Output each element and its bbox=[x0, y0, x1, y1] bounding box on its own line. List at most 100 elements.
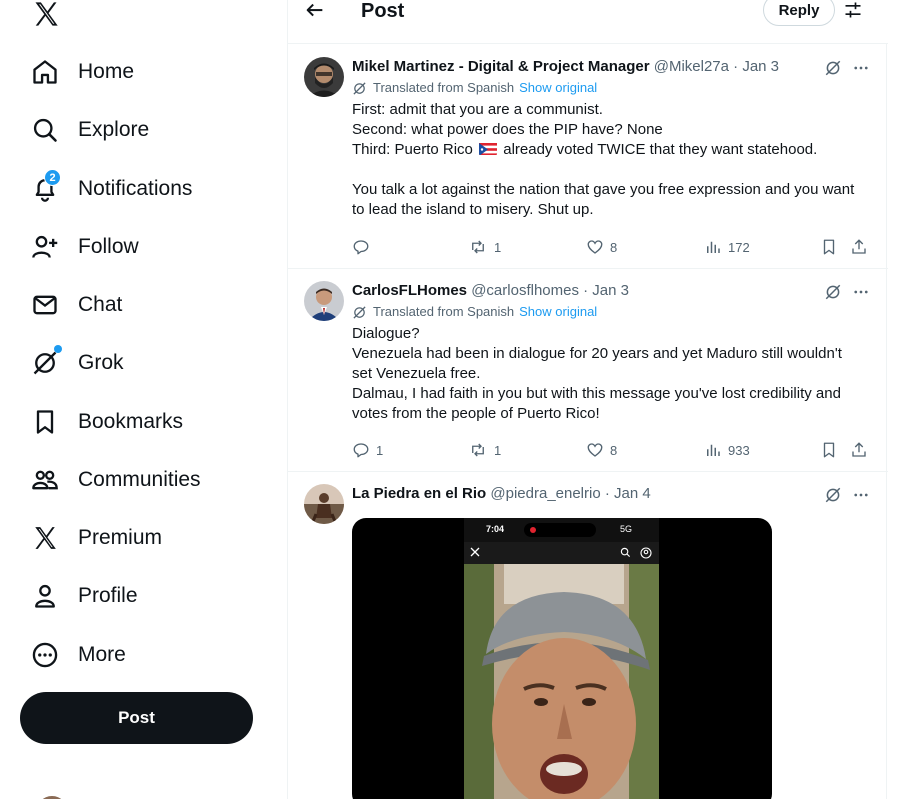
translate-icon bbox=[353, 305, 366, 319]
bookmark-icon[interactable] bbox=[820, 238, 838, 256]
repost-icon bbox=[472, 443, 484, 457]
tweet-line: votes from the people of Puerto Rico! bbox=[352, 405, 600, 422]
show-original-link[interactable]: Show original bbox=[519, 80, 597, 96]
timestamp[interactable]: · Jan 3 bbox=[733, 58, 779, 75]
like-action[interactable]: 8 bbox=[586, 441, 617, 459]
avatar[interactable] bbox=[304, 484, 344, 524]
bell-icon: 2 bbox=[30, 169, 61, 204]
grok-icon[interactable] bbox=[824, 283, 842, 301]
translation-note: Translated from Spanish Show original bbox=[352, 80, 874, 96]
video-frame: 7:04 5G bbox=[464, 518, 659, 799]
repost-action[interactable]: 1 bbox=[468, 238, 501, 256]
sidebar-item-label: Notifications bbox=[78, 177, 193, 200]
phone-app-bar bbox=[464, 542, 659, 564]
reply-action[interactable]: 1 bbox=[352, 441, 383, 459]
more-circle-icon bbox=[30, 640, 60, 670]
translate-icon bbox=[353, 81, 366, 95]
like-count: 8 bbox=[610, 239, 618, 255]
sidebar-item-premium[interactable]: Premium bbox=[30, 518, 162, 558]
timestamp[interactable]: · Jan 4 bbox=[605, 485, 651, 502]
sidebar-item-label: Grok bbox=[78, 351, 124, 374]
tweet-line: Dialogue? bbox=[352, 325, 420, 342]
home-icon bbox=[30, 57, 60, 87]
avatar[interactable] bbox=[304, 57, 344, 97]
search-icon bbox=[30, 115, 60, 145]
sidebar-item-explore[interactable]: Explore bbox=[30, 110, 149, 150]
repost-action[interactable]: 1 bbox=[468, 441, 501, 459]
sidebar-item-notifications[interactable]: 2 Notifications bbox=[30, 169, 192, 209]
more-dots-icon[interactable] bbox=[852, 59, 870, 77]
sidebar-item-home[interactable]: Home bbox=[30, 52, 134, 92]
sidebar: Home Explore 2 Notifications Follow Chat… bbox=[0, 0, 287, 799]
sidebar-item-label: Premium bbox=[78, 526, 163, 549]
timestamp[interactable]: · Jan 3 bbox=[583, 282, 629, 299]
sidebar-item-bookmarks[interactable]: Bookmarks bbox=[30, 402, 183, 442]
sidebar-item-chat[interactable]: Chat bbox=[30, 285, 122, 325]
tweet-line bbox=[352, 160, 874, 180]
repost-count: 1 bbox=[494, 442, 502, 458]
handle[interactable]: @piedra_enelrio bbox=[490, 485, 600, 502]
views-action[interactable]: 172 bbox=[704, 238, 750, 256]
display-name[interactable]: Mikel Martinez - Digital & Project Manag… bbox=[352, 58, 650, 75]
show-original-link[interactable]: Show original bbox=[519, 304, 597, 320]
tweet-author-line: Mikel Martinez - Digital & Project Manag… bbox=[352, 57, 874, 77]
like-action[interactable]: 8 bbox=[586, 238, 617, 256]
grok-icon bbox=[30, 345, 62, 378]
tweet-line: Third: Puerto Rico already voted TWICE t… bbox=[352, 140, 874, 160]
puerto-rico-flag-icon bbox=[479, 142, 498, 155]
repost-icon bbox=[472, 240, 484, 254]
reply-tweet[interactable]: CarlosFLHomes @carlosflhomes · Jan 3 Tra… bbox=[288, 269, 888, 472]
sidebar-item-grok[interactable]: Grok bbox=[30, 343, 124, 383]
reply-button[interactable]: Reply bbox=[763, 0, 835, 26]
tweet-video[interactable]: 7:04 5G bbox=[352, 518, 772, 799]
handle[interactable]: @Mikel27a bbox=[654, 58, 729, 75]
add-person-icon bbox=[30, 232, 60, 262]
reply-action[interactable] bbox=[352, 238, 376, 256]
tweet-line: set Venezuela free. bbox=[352, 365, 481, 382]
repost-count: 1 bbox=[494, 239, 502, 255]
sidebar-item-follow[interactable]: Follow bbox=[30, 227, 139, 267]
video-thumbnail bbox=[464, 564, 659, 799]
tweet-line: to lead the island to misery. Shut up. bbox=[352, 201, 594, 218]
translated-label: Translated from Spanish bbox=[373, 304, 515, 319]
phone-status-bar: 7:04 5G bbox=[464, 518, 659, 542]
reply-tweet[interactable]: La Piedra en el Rio @piedra_enelrio · Ja… bbox=[288, 472, 888, 799]
x-logo-icon[interactable] bbox=[32, 0, 60, 28]
tweet-text: First: admit that you are a communist. S… bbox=[352, 100, 874, 220]
display-name[interactable]: La Piedra en el Rio bbox=[352, 485, 486, 502]
sidebar-item-more[interactable]: More bbox=[30, 635, 126, 675]
back-arrow-icon[interactable] bbox=[304, 0, 326, 22]
tweet-actions: 1 1 8 933 bbox=[352, 440, 872, 460]
reply-tweet[interactable]: Mikel Martinez - Digital & Project Manag… bbox=[288, 45, 888, 269]
grok-icon[interactable] bbox=[824, 486, 842, 504]
grok-icon[interactable] bbox=[824, 59, 842, 77]
share-icon[interactable] bbox=[850, 441, 868, 459]
reply-icon bbox=[353, 240, 369, 255]
communities-icon bbox=[30, 465, 60, 495]
sidebar-item-profile[interactable]: Profile bbox=[30, 576, 138, 616]
notification-badge: 2 bbox=[44, 169, 61, 186]
tweet-body: CarlosFLHomes @carlosflhomes · Jan 3 Tra… bbox=[352, 281, 874, 424]
avatar[interactable] bbox=[304, 281, 344, 321]
sliders-icon[interactable] bbox=[843, 0, 863, 20]
display-name[interactable]: CarlosFLHomes bbox=[352, 282, 467, 299]
reply-icon bbox=[353, 443, 369, 458]
sidebar-item-communities[interactable]: Communities bbox=[30, 460, 201, 500]
tweet-line: You talk a lot against the nation that g… bbox=[352, 181, 855, 198]
share-icon[interactable] bbox=[850, 238, 868, 256]
post-button[interactable]: Post bbox=[20, 692, 253, 744]
tweet-line-part: Third: Puerto Rico bbox=[352, 141, 473, 158]
views-action[interactable]: 933 bbox=[704, 441, 750, 459]
sidebar-item-label: Profile bbox=[78, 584, 138, 607]
post-header: Post Reply bbox=[288, 0, 888, 44]
more-dots-icon[interactable] bbox=[852, 486, 870, 504]
sidebar-item-label: Follow bbox=[78, 235, 139, 258]
recording-dot bbox=[530, 527, 536, 533]
heart-icon bbox=[587, 240, 603, 254]
bookmark-icon[interactable] bbox=[820, 441, 838, 459]
view-count: 172 bbox=[728, 239, 750, 255]
handle[interactable]: @carlosflhomes bbox=[471, 282, 579, 299]
sidebar-item-label: Explore bbox=[78, 118, 150, 141]
translated-label: Translated from Spanish bbox=[373, 80, 515, 95]
more-dots-icon[interactable] bbox=[852, 283, 870, 301]
